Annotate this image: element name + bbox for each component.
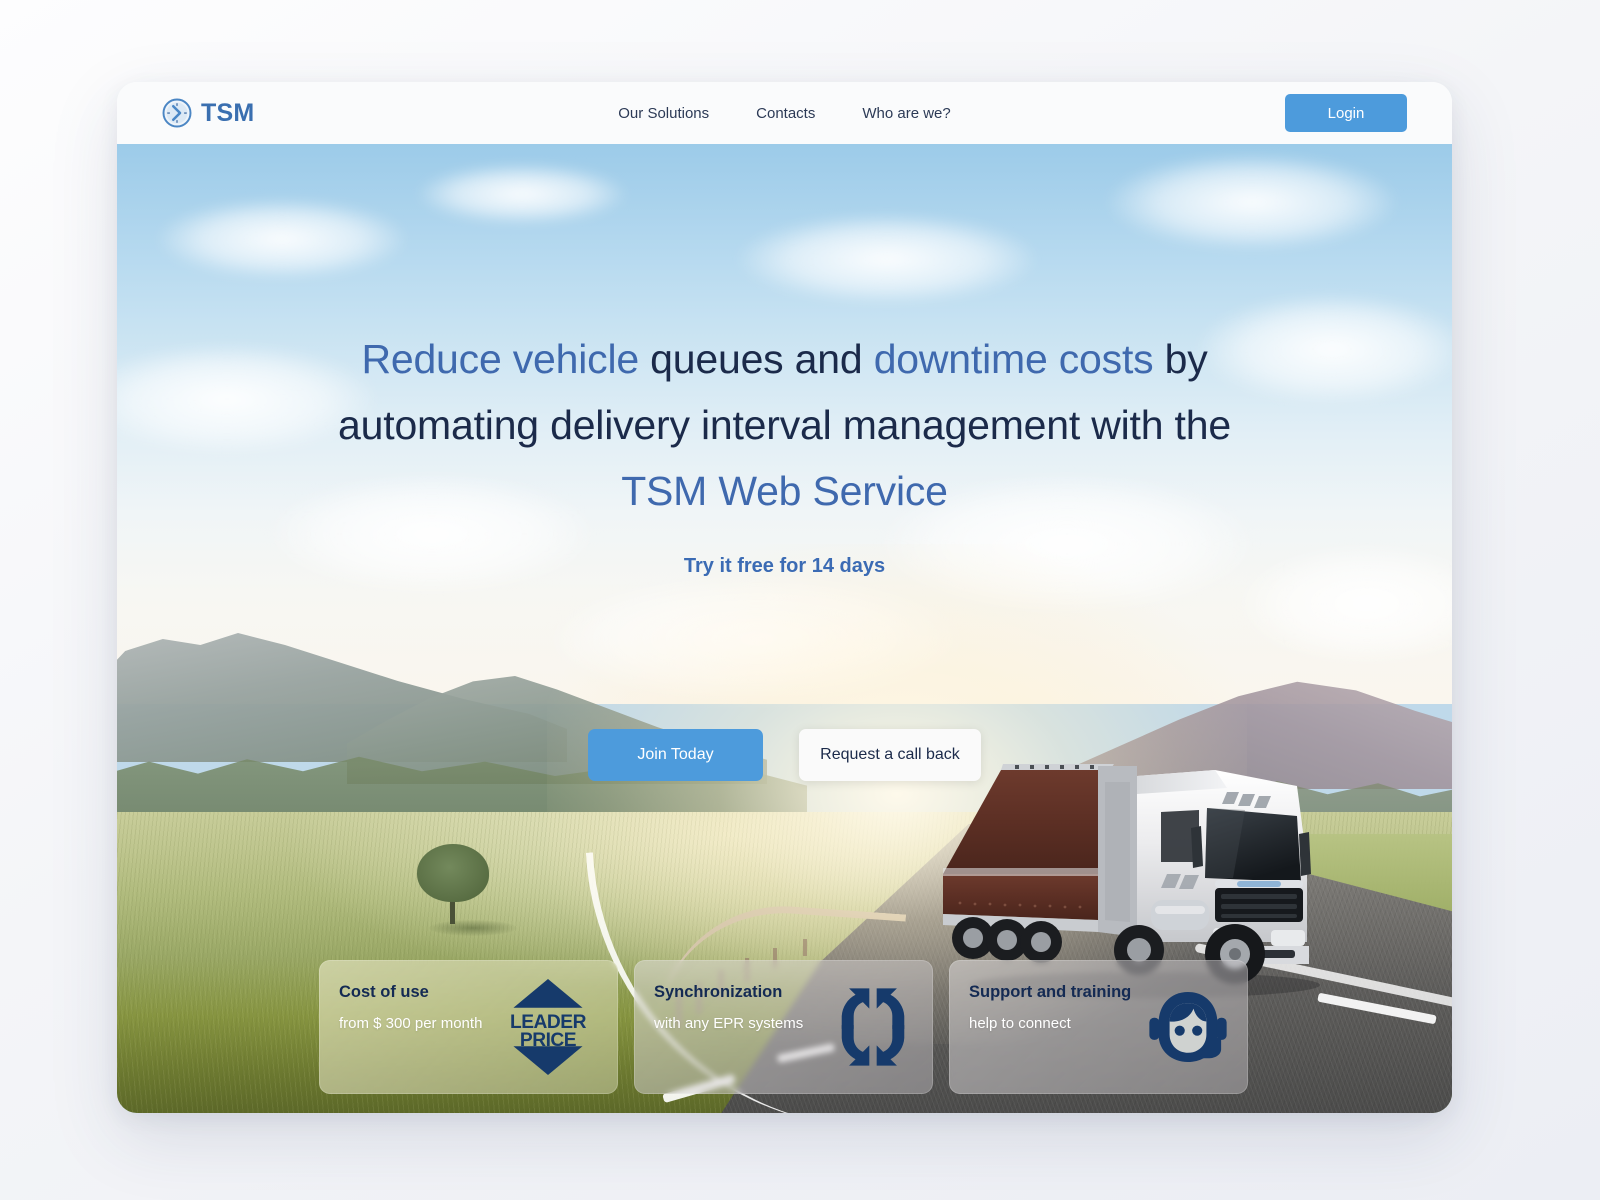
- feature-title: Support and training: [969, 983, 1132, 1001]
- nav-item-who-are-we[interactable]: Who are we?: [862, 105, 950, 122]
- cloud-shape: [547, 574, 967, 704]
- cloud-shape: [1107, 154, 1397, 250]
- feature-subtitle: help to connect: [969, 1015, 1071, 1032]
- main-nav: Our Solutions Contacts Who are we?: [117, 105, 1452, 122]
- tree-crown: [417, 844, 489, 902]
- login-button[interactable]: Login: [1285, 94, 1407, 132]
- cloud-shape: [737, 214, 1037, 304]
- guardrail-post: [803, 939, 807, 956]
- feature-subtitle: with any EPR systems: [654, 1015, 804, 1032]
- feature-card-list: Cost of use from $ 300 per month LEADER …: [319, 960, 1249, 1094]
- cloud-shape: [877, 474, 1257, 614]
- cloud-shape: [417, 164, 627, 224]
- feature-card-cost-of-use[interactable]: Cost of use from $ 300 per month LEADER …: [319, 960, 618, 1094]
- leader-price-badge-icon: LEADER PRICE: [500, 975, 596, 1079]
- cloud-shape: [1197, 294, 1452, 404]
- support-headset-icon: [1142, 981, 1234, 1073]
- feature-card-support-and-training[interactable]: Support and training help to connect: [949, 960, 1248, 1094]
- svg-text:PRICE: PRICE: [520, 1030, 577, 1051]
- sync-arrows-icon: [827, 981, 919, 1073]
- feature-subtitle: from $ 300 per month: [339, 1015, 483, 1032]
- nav-item-contacts[interactable]: Contacts: [756, 105, 815, 122]
- feature-card-synchronization[interactable]: Synchronization with any EPR systems: [634, 960, 933, 1094]
- cloud-shape: [267, 474, 597, 594]
- hero-section: Reduce vehicle queues and downtime costs…: [117, 144, 1452, 1113]
- site-header: TSM Our Solutions Contacts Who are we? L…: [117, 82, 1452, 144]
- feature-title: Synchronization: [654, 983, 783, 1001]
- feature-title: Cost of use: [339, 983, 429, 1001]
- join-today-button[interactable]: Join Today: [588, 729, 763, 781]
- cta-row: Join Today Request a call back: [117, 729, 1452, 781]
- tree-shadow: [429, 920, 517, 936]
- request-call-back-button[interactable]: Request a call back: [799, 729, 981, 781]
- cloud-shape: [157, 199, 407, 279]
- page-card: TSM Our Solutions Contacts Who are we? L…: [117, 82, 1452, 1113]
- nav-item-our-solutions[interactable]: Our Solutions: [618, 105, 709, 122]
